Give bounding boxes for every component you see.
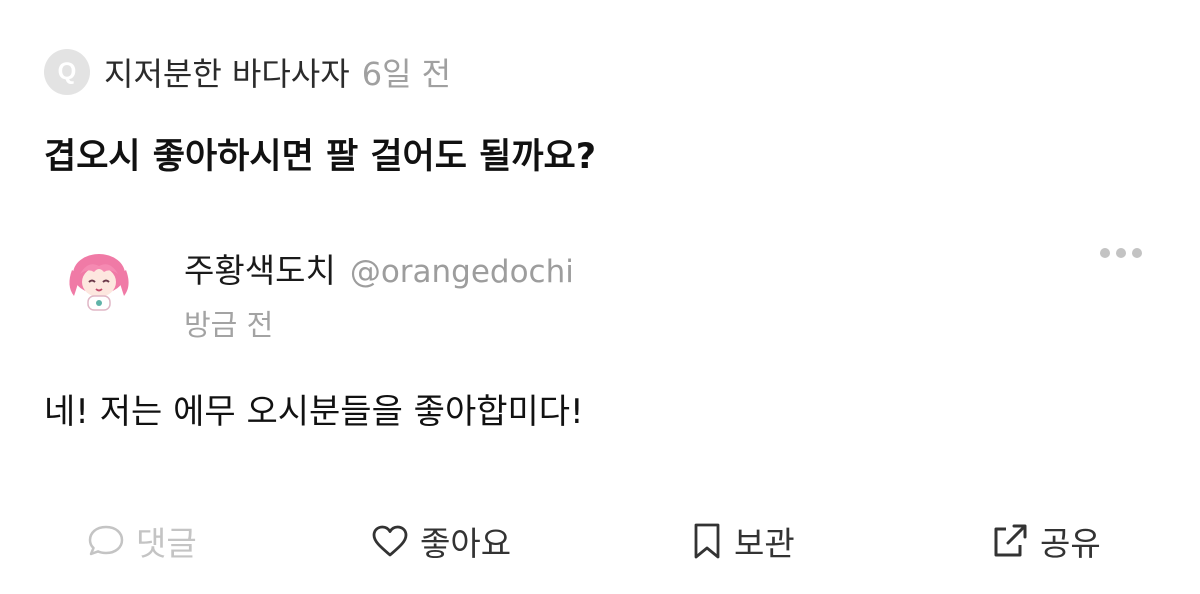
heart-icon <box>372 525 408 557</box>
pink-haired-chibi-avatar-icon <box>69 254 129 311</box>
like-label: 좋아요 <box>420 524 512 563</box>
more-options-icon[interactable] <box>1100 248 1142 258</box>
question-author[interactable]: 지저분한 바다사자 <box>104 49 350 95</box>
avatar[interactable] <box>62 244 136 318</box>
like-button[interactable]: 좋아요 <box>370 516 511 566</box>
save-label: 보관 <box>734 524 795 563</box>
bookmark-icon <box>694 523 720 559</box>
answer-time: 방금 전 <box>184 308 274 342</box>
question-time: 6일 전 <box>361 55 452 93</box>
action-bar: 댓글 좋아요 보관 공유 <box>0 516 1200 566</box>
answer-author-handle[interactable]: @orangedochi <box>350 254 574 290</box>
comment-icon <box>88 525 124 556</box>
comment-button[interactable]: 댓글 <box>86 516 197 566</box>
answer-author-name[interactable]: 주황색도치 <box>184 244 336 292</box>
answer-author: 주황색도치 @orangedochi <box>184 244 574 292</box>
comment-label: 댓글 <box>136 524 197 563</box>
share-label: 공유 <box>1040 524 1101 563</box>
question-text: 겹오시 좋아하시면 팔 걸어도 될까요? <box>44 137 597 177</box>
share-icon <box>994 524 1027 557</box>
save-button[interactable]: 보관 <box>690 516 795 566</box>
answer-text: 네! 저는 에무 오시분들을 좋아합미다! <box>44 392 584 432</box>
share-button[interactable]: 공유 <box>988 516 1101 566</box>
question-badge-icon: Q <box>44 49 90 95</box>
question-header: Q 지저분한 바다사자 6일 전 <box>44 48 451 96</box>
